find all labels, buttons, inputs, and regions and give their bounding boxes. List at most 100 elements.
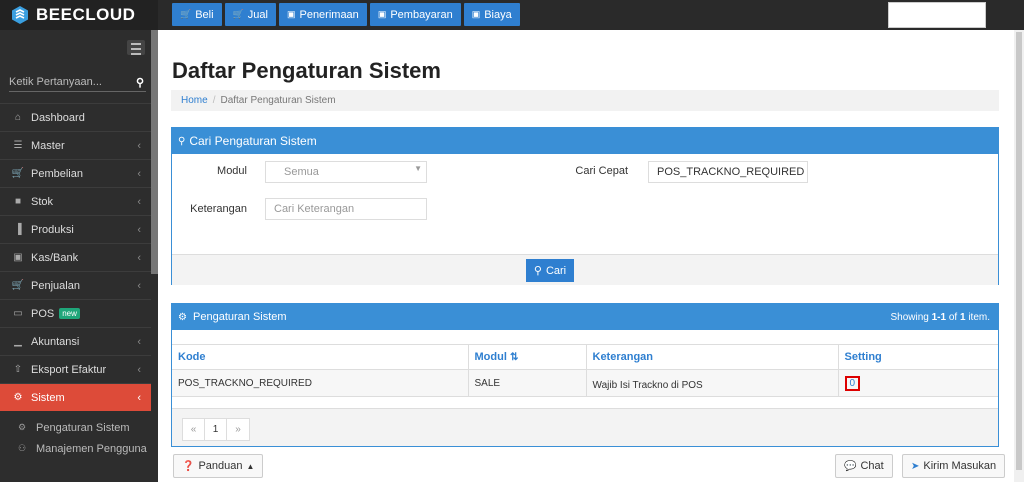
sidebar-item-pembelian[interactable]: 🛒 Pembelian ‹ <box>0 159 151 187</box>
page-scrollbar-thumb[interactable] <box>1016 32 1022 470</box>
panduan-button[interactable]: ❓ Panduan ▲ <box>173 454 264 478</box>
chart-icon: ▁ <box>14 336 22 347</box>
pagination-next[interactable]: » <box>227 419 249 440</box>
search-panel: ⚲ Cari Pengaturan Sistem Modul Semua ▼ K… <box>171 127 999 285</box>
box-icon: ■ <box>14 196 22 207</box>
topnav-label: Jual <box>247 8 268 21</box>
question-icon: ❓ <box>182 460 195 472</box>
chevron-left-icon: ‹ <box>137 335 141 348</box>
sidebar-item-eksport-efaktur[interactable]: ⇧ Eksport Efaktur ‹ <box>0 355 151 383</box>
pagination: « 1 » <box>182 418 250 441</box>
sidebar-item-label: Eksport Efaktur <box>31 363 107 376</box>
gears-icon: ⚙ <box>13 392 23 403</box>
sidebar-item-label: POS <box>31 307 55 320</box>
chevron-left-icon: ‹ <box>137 391 141 404</box>
cari-cepat-label: Cari Cepat <box>575 165 628 177</box>
keterangan-input[interactable]: Cari Keterangan <box>265 198 427 220</box>
cart-icon: 🛒 <box>232 9 244 19</box>
sidebar-item-sistem[interactable]: ⚙ Sistem ‹ <box>0 383 151 411</box>
new-badge: new <box>59 308 80 319</box>
sidebar-scrollbar[interactable] <box>151 30 158 274</box>
modul-select[interactable]: Semua ▼ <box>265 161 427 183</box>
chevron-left-icon: ‹ <box>137 279 141 292</box>
sort-icon[interactable]: ⇅ <box>510 352 518 363</box>
search-icon[interactable]: ⚲ <box>136 76 144 89</box>
chevron-left-icon: ‹ <box>137 363 141 376</box>
export-icon: ⇧ <box>13 364 23 375</box>
top-bar: BEECLOUD 🛒 Beli 🛒 Jual ▣ Penerimaan ▣ Pembayara… <box>0 0 1024 30</box>
users-icon: ⚇ <box>18 443 27 453</box>
sidebar-toggle-button[interactable] <box>127 40 145 55</box>
results-panel-title: Pengaturan Sistem <box>193 311 287 323</box>
pagination-page-1[interactable]: 1 <box>205 419 227 440</box>
column-header-modul[interactable]: Modul ⇅ <box>468 344 587 370</box>
cart-icon: 🛒 <box>11 168 25 179</box>
chat-button[interactable]: 💬 Chat <box>835 454 893 478</box>
topnav-beli-button[interactable]: 🛒 Beli <box>172 3 222 26</box>
topnav-pembayaran-button[interactable]: ▣ Pembayaran <box>369 3 461 26</box>
sidebar-item-produksi[interactable]: ▐ Produksi ‹ <box>0 215 151 243</box>
home-icon: ⌂ <box>14 112 22 123</box>
sidebar-subitem-manajemen-pengguna[interactable]: ⚇ Manajemen Pengguna <box>0 438 151 459</box>
table-row: POS_TRACKNO_REQUIRED SALE Wajib Isi Trac… <box>172 369 998 397</box>
cart-icon: 🛒 <box>180 9 192 19</box>
factory-icon: ▐ <box>14 224 22 235</box>
settings-table: Kode Modul ⇅ Keterangan Setting POS_TRAC… <box>172 344 998 397</box>
topnav-biaya-button[interactable]: ▣ Biaya <box>463 3 520 26</box>
sidebar-menu: ⌂ Dashboard ☰ Master ‹ 🛒 Pembelian ‹ ■ Stok ‹ ▐ Prod… <box>0 103 151 459</box>
money-icon: ▣ <box>471 9 481 19</box>
sidebar-search-placeholder: Ketik Pertanyaan... <box>9 76 102 88</box>
top-user-box[interactable] <box>888 2 986 28</box>
topnav-jual-button[interactable]: 🛒 Jual <box>224 3 276 26</box>
gears-icon: ⚙ <box>178 312 187 323</box>
chevron-left-icon: ‹ <box>137 167 141 180</box>
column-header-setting[interactable]: Setting <box>838 344 998 370</box>
search-icon: ⚲ <box>178 135 186 147</box>
cari-button[interactable]: ⚲ Cari <box>526 259 574 282</box>
column-header-kode[interactable]: Kode <box>172 344 469 370</box>
column-header-keterangan[interactable]: Keterangan <box>586 344 839 370</box>
page-title: Daftar Pengaturan Sistem <box>172 58 441 83</box>
modul-select-value: Semua <box>284 166 319 178</box>
cari-cepat-value: POS_TRACKNO_REQUIRED <box>657 166 805 178</box>
sidebar-item-master[interactable]: ☰ Master ‹ <box>0 131 151 159</box>
sidebar-item-akuntansi[interactable]: ▁ Akuntansi ‹ <box>0 327 151 355</box>
sidebar-item-label: Sistem <box>31 391 65 404</box>
sidebar-item-label: Stok <box>31 195 54 208</box>
breadcrumb-home-link[interactable]: Home <box>181 95 208 106</box>
topnav-label: Beli <box>195 8 214 21</box>
chevron-left-icon: ‹ <box>137 223 141 236</box>
showing-summary: Showing 1-1 of 1 item. <box>890 311 990 323</box>
sidebar-item-label: Penjualan <box>31 279 80 292</box>
sidebar-item-penjualan[interactable]: 🛒 Penjualan ‹ <box>0 271 151 299</box>
chevron-up-icon: ▲ <box>246 461 255 471</box>
chat-label: Chat <box>860 460 884 472</box>
main-content: Daftar Pengaturan Sistem Home / Daftar P… <box>158 30 1014 482</box>
setting-value-link[interactable]: 0 <box>844 375 861 391</box>
sidebar-item-stok[interactable]: ■ Stok ‹ <box>0 187 151 215</box>
modul-label: Modul <box>217 165 247 177</box>
topnav-label: Penerimaan <box>299 8 359 21</box>
pagination-bar: « 1 » <box>172 408 998 446</box>
sidebar-item-dashboard[interactable]: ⌂ Dashboard <box>0 103 151 131</box>
chat-icon: 💬 <box>844 460 857 472</box>
page-scrollbar[interactable] <box>1014 30 1024 482</box>
gear-icon: ⚙ <box>18 422 27 432</box>
chevron-left-icon: ‹ <box>137 139 141 152</box>
brand[interactable]: BEECLOUD <box>0 0 158 30</box>
keterangan-placeholder: Cari Keterangan <box>274 203 355 215</box>
sidebar-search-input[interactable]: Ketik Pertanyaan... ⚲ <box>9 73 146 92</box>
breadcrumb: Home / Daftar Pengaturan Sistem <box>171 90 999 111</box>
sidebar-subitem-pengaturan-sistem[interactable]: ⚙ Pengaturan Sistem <box>0 417 151 438</box>
sidebar-item-kas-bank[interactable]: ▣ Kas/Bank ‹ <box>0 243 151 271</box>
cari-cepat-input[interactable]: POS_TRACKNO_REQUIRED <box>648 161 808 183</box>
table-header-row: Kode Modul ⇅ Keterangan Setting <box>172 344 998 370</box>
panduan-label: Panduan <box>198 460 243 472</box>
topnav-label: Biaya <box>484 8 512 21</box>
results-panel: ⚙ Pengaturan Sistem Showing 1-1 of 1 ite… <box>171 303 999 447</box>
kirim-masukan-button[interactable]: ➤ Kirim Masukan <box>902 454 1006 478</box>
topnav-penerimaan-button[interactable]: ▣ Penerimaan <box>278 3 367 26</box>
pagination-prev[interactable]: « <box>183 419 205 440</box>
brand-name: BEECLOUD <box>36 5 136 24</box>
sidebar-item-pos[interactable]: ▭ POS new <box>0 299 151 327</box>
